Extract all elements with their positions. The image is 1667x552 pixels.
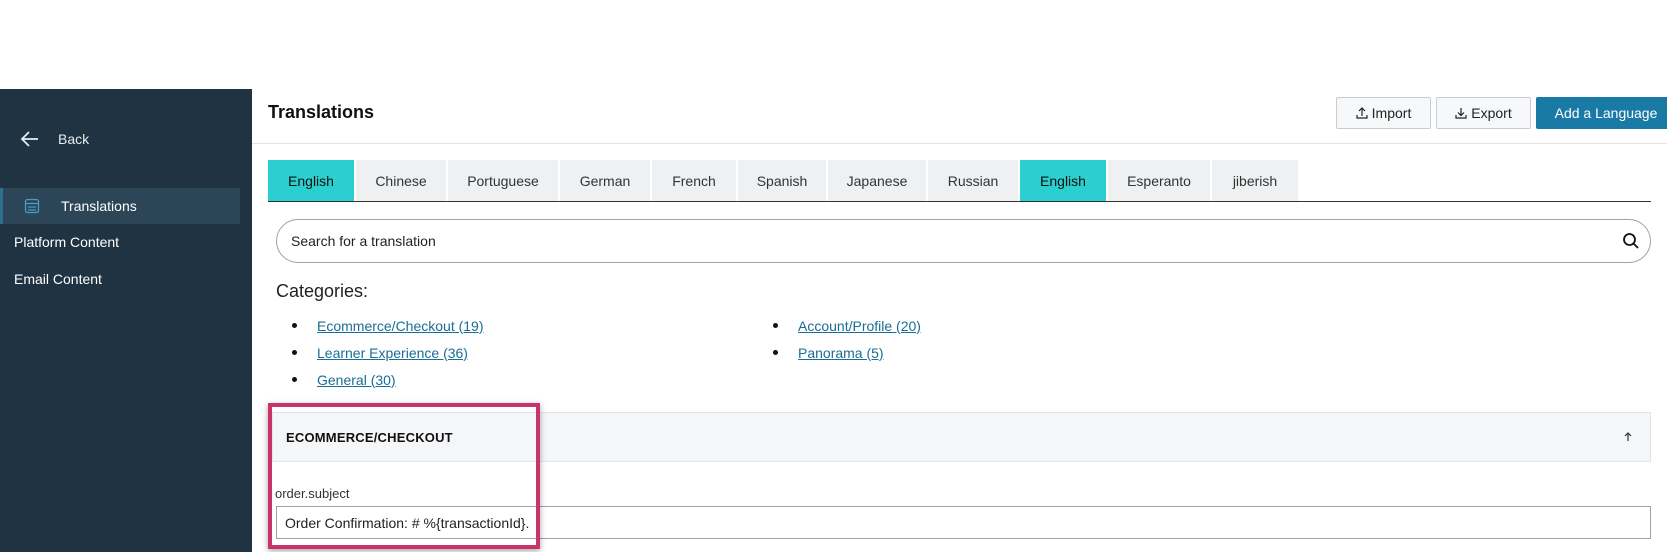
sidebar-item-translations[interactable]: Translations <box>0 188 240 224</box>
search-input[interactable] <box>291 233 1591 249</box>
sidebar: Back Translations Platform Content Email… <box>0 89 252 552</box>
import-button[interactable]: Import <box>1336 97 1431 129</box>
bullet <box>773 350 778 355</box>
back-button[interactable]: Back <box>20 127 89 151</box>
category-link[interactable]: Learner Experience (36) <box>317 345 468 361</box>
tab-japanese[interactable]: Japanese <box>828 160 926 201</box>
collapse-arrow-icon[interactable] <box>1622 431 1634 443</box>
upload-icon <box>1356 107 1368 119</box>
export-button[interactable]: Export <box>1436 97 1531 129</box>
search-icon[interactable] <box>1622 232 1640 250</box>
page-title: Translations <box>268 102 375 122</box>
bullet <box>292 377 297 382</box>
tab-esperanto[interactable]: Esperanto <box>1108 160 1210 201</box>
category-link[interactable]: General (30) <box>317 372 396 388</box>
bullet <box>292 350 297 355</box>
translations-icon <box>24 198 40 214</box>
list-item: Account/Profile (20) <box>773 312 921 339</box>
section-title: ECOMMERCE/CHECKOUT <box>286 430 453 445</box>
language-tabs: English Chinese Portuguese German French… <box>268 160 1651 202</box>
list-item: General (30) <box>292 366 484 393</box>
sidebar-item-platform-content[interactable]: Platform Content <box>14 234 119 250</box>
categories-heading: Categories: <box>276 281 369 301</box>
tab-english-2[interactable]: English <box>1020 160 1106 201</box>
list-item: Learner Experience (36) <box>292 339 484 366</box>
category-link[interactable]: Ecommerce/Checkout (19) <box>317 318 484 334</box>
back-label: Back <box>58 131 90 147</box>
bullet <box>773 323 778 328</box>
tab-english[interactable]: English <box>268 160 354 201</box>
download-icon <box>1455 108 1467 119</box>
tab-russian[interactable]: Russian <box>928 160 1018 201</box>
arrow-left-icon <box>20 131 38 147</box>
tab-jiberish[interactable]: jiberish <box>1212 160 1298 201</box>
tab-german[interactable]: German <box>560 160 650 201</box>
list-item: Ecommerce/Checkout (19) <box>292 312 484 339</box>
sidebar-item-email-content[interactable]: Email Content <box>14 271 102 287</box>
categories-list-left: Ecommerce/Checkout (19) Learner Experien… <box>292 312 484 393</box>
tab-french[interactable]: French <box>652 160 736 201</box>
translation-input[interactable] <box>276 506 1651 539</box>
categories-list-right: Account/Profile (20) Panorama (5) <box>773 312 921 366</box>
section-header-ecommerce-checkout[interactable]: ECOMMERCE/CHECKOUT <box>272 412 1651 462</box>
tab-spanish[interactable]: Spanish <box>738 160 826 201</box>
list-item: Panorama (5) <box>773 339 921 366</box>
add-language-button[interactable]: Add a Language <box>1536 97 1667 129</box>
tab-portuguese[interactable]: Portuguese <box>448 160 558 201</box>
category-link[interactable]: Panorama (5) <box>798 345 884 361</box>
category-link[interactable]: Account/Profile (20) <box>798 318 921 334</box>
bullet <box>292 323 297 328</box>
tab-chinese[interactable]: Chinese <box>356 160 446 201</box>
main-content: Translations Import Export Add a Languag… <box>252 89 1667 552</box>
page-header: Translations Import Export Add a Languag… <box>252 89 1667 144</box>
field-label: order.subject <box>275 486 350 501</box>
sidebar-item-label: Translations <box>61 198 137 214</box>
search-bar <box>276 219 1651 263</box>
